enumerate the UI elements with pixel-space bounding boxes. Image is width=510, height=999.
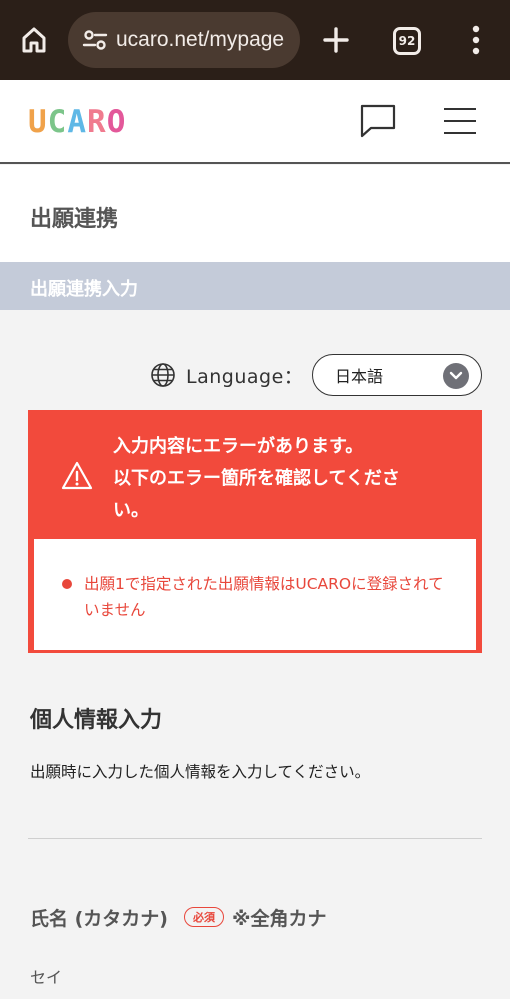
hamburger-menu-icon[interactable]: [442, 106, 478, 136]
divider: [28, 838, 482, 839]
personal-info-description: 出願時に入力した個人情報を入力してください。: [30, 763, 371, 781]
section-title: 出願連携入力: [30, 279, 138, 300]
error-line: 以下のエラー箇所を確認してくださ: [113, 468, 400, 489]
sei-label: セイ: [30, 968, 63, 987]
logo-letter: C: [47, 104, 68, 140]
site-header: UCARO: [0, 80, 510, 164]
browser-toolbar: ucaro.net/mypage 92: [0, 0, 510, 80]
language-selected-value: 日本語: [335, 367, 384, 386]
logo-letter: R: [87, 104, 107, 140]
page-title: 出願連携: [30, 207, 119, 232]
error-header: 入力内容にエラーがあります。 以下のエラー箇所を確認してくださ い。: [31, 413, 479, 537]
name-field-label-row: 氏名 (カタカナ) 必須 ※全角カナ: [30, 902, 326, 932]
address-bar[interactable]: ucaro.net/mypage: [68, 12, 300, 68]
ucaro-logo[interactable]: UCARO: [28, 104, 127, 140]
logo-letter: O: [106, 104, 127, 140]
personal-info-title: 個人情報入力: [30, 708, 163, 733]
more-options-icon[interactable]: [462, 22, 490, 58]
error-alert: 入力内容にエラーがあります。 以下のエラー箇所を確認してくださ い。 出願1で指…: [28, 410, 482, 653]
language-label: Language：: [186, 365, 304, 388]
error-item: 出願1で指定された出願情報はUCAROに登録されていません: [62, 571, 452, 623]
logo-letter: A: [67, 104, 88, 140]
url-text: ucaro.net/mypage: [116, 28, 285, 51]
home-icon[interactable]: [18, 24, 50, 56]
new-tab-icon[interactable]: [320, 24, 352, 56]
language-row: Language： 日本語: [150, 354, 482, 396]
page-title-band: 出願連携: [0, 165, 510, 262]
chevron-down-icon: [443, 363, 469, 389]
error-line: 入力内容にエラーがあります。: [113, 436, 364, 457]
site-settings-icon[interactable]: [82, 27, 108, 53]
name-note: ※全角カナ: [231, 907, 327, 930]
tab-count: 92: [398, 34, 416, 48]
tab-switcher-button[interactable]: 92: [393, 27, 421, 55]
error-details: 出願1で指定された出願情報はUCAROに登録されていません: [34, 539, 476, 650]
warning-icon: [61, 461, 93, 490]
error-message: 入力内容にエラーがあります。 以下のエラー箇所を確認してくださ い。: [113, 431, 463, 527]
error-line: い。: [113, 500, 149, 521]
required-badge: 必須: [183, 907, 224, 927]
name-label: 氏名 (カタカナ): [30, 907, 168, 930]
bullet-icon: [62, 579, 72, 589]
globe-icon: [151, 363, 175, 387]
logo-letter: U: [28, 104, 48, 140]
language-select[interactable]: 日本語: [312, 354, 482, 396]
section-bar: 出願連携入力: [0, 262, 510, 310]
error-item-text: 出願1で指定された出願情報はUCAROに登録されていません: [84, 575, 444, 619]
chat-icon[interactable]: [358, 102, 398, 140]
